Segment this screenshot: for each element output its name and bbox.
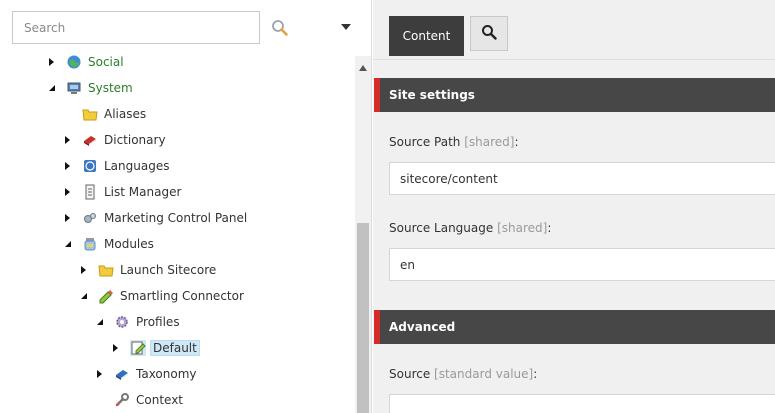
tree-node-taxonomy[interactable]: Taxonomy xyxy=(95,364,199,384)
gears-icon xyxy=(82,210,98,226)
source-path-label: Source Path [shared]: xyxy=(389,135,519,149)
tree-node-list-manager[interactable]: List Manager xyxy=(63,182,183,202)
book-icon xyxy=(82,132,98,148)
collapse-arrow-icon[interactable] xyxy=(95,317,105,327)
section-advanced[interactable]: Advanced xyxy=(374,310,775,344)
tree-node-label: Smartling Connector xyxy=(120,289,244,303)
expand-arrow-icon[interactable] xyxy=(63,161,73,171)
wrench-icon xyxy=(114,392,130,408)
tree-node-label: Social xyxy=(88,55,124,69)
tree-node-system[interactable]: System xyxy=(47,78,135,98)
pencil-icon xyxy=(98,288,114,304)
tree-node-label: Context xyxy=(136,393,184,407)
list-icon xyxy=(82,184,98,200)
tree-node-label: System xyxy=(88,81,133,95)
tree-node-modules[interactable]: Modules xyxy=(63,234,156,254)
tree-node-languages[interactable]: Languages xyxy=(63,156,171,176)
module-jar-icon xyxy=(82,236,98,252)
tree-node-aliases[interactable]: Aliases xyxy=(63,104,148,124)
tree-node-label: Launch Sitecore xyxy=(120,263,217,277)
source-path-input[interactable] xyxy=(389,162,775,195)
language-icon xyxy=(82,158,98,174)
search-input[interactable] xyxy=(13,12,259,43)
tree-node-label: Taxonomy xyxy=(136,367,197,381)
tree-node-default[interactable]: Default xyxy=(111,338,200,358)
tree-node-label: Dictionary xyxy=(104,133,166,147)
search-icon[interactable] xyxy=(269,17,291,39)
folder-icon xyxy=(82,106,98,122)
tree-node-smartling-connector[interactable]: Smartling Connector xyxy=(79,286,246,306)
editor-tabs: Content xyxy=(373,0,775,60)
computer-icon xyxy=(66,80,82,96)
collapse-arrow-icon[interactable] xyxy=(63,239,73,249)
tree-node-profiles[interactable]: Profiles xyxy=(95,312,182,332)
collapse-arrow-icon[interactable] xyxy=(47,83,57,93)
tree-node-social[interactable]: Social xyxy=(47,52,126,72)
tree-search-bar xyxy=(0,0,372,56)
tab-search[interactable] xyxy=(470,16,508,51)
tree-node-label: Languages xyxy=(104,159,170,173)
scrollbar-thumb[interactable] xyxy=(357,223,369,413)
source-language-input[interactable] xyxy=(389,248,775,281)
tree-node-marketing-control-panel[interactable]: Marketing Control Panel xyxy=(63,208,249,228)
search-icon xyxy=(481,24,497,43)
source-input[interactable] xyxy=(389,394,775,413)
scroll-up-arrow-icon[interactable] xyxy=(359,60,367,71)
source-language-label: Source Language [shared]: xyxy=(389,221,552,235)
globe-icon xyxy=(66,54,82,70)
source-label: Source [standard value]: xyxy=(389,367,538,381)
tree-node-label: Modules xyxy=(104,237,154,251)
gear-icon xyxy=(114,314,130,330)
content-editor-panel: Content Site settings Source Path [share… xyxy=(373,0,775,413)
content-tree: Social System Aliases Dictionary Languag… xyxy=(0,50,355,413)
tree-node-launch-sitecore[interactable]: Launch Sitecore xyxy=(79,260,218,280)
tree-node-context[interactable]: Context xyxy=(95,390,185,410)
tree-node-label: Aliases xyxy=(104,107,147,121)
tree-node-label: List Manager xyxy=(104,185,182,199)
expand-arrow-icon[interactable] xyxy=(47,57,57,67)
expand-arrow-icon[interactable] xyxy=(95,369,105,379)
expand-arrow-icon[interactable] xyxy=(63,135,73,145)
collapse-arrow-icon[interactable] xyxy=(79,291,89,301)
folder-icon xyxy=(98,262,114,278)
expand-arrow-icon[interactable] xyxy=(63,187,73,197)
search-box xyxy=(12,11,260,44)
section-site-settings[interactable]: Site settings xyxy=(374,78,775,112)
tree-node-label: Default xyxy=(150,340,200,356)
expand-arrow-icon[interactable] xyxy=(63,213,73,223)
chevron-down-icon[interactable] xyxy=(338,21,354,33)
tree-node-dictionary[interactable]: Dictionary xyxy=(63,130,168,150)
edit-document-icon xyxy=(130,340,146,356)
tree-node-label: Profiles xyxy=(136,315,180,329)
tree-node-label: Marketing Control Panel xyxy=(104,211,248,225)
book-blue-icon xyxy=(114,366,130,382)
tab-content[interactable]: Content xyxy=(389,16,464,56)
expand-arrow-icon[interactable] xyxy=(111,343,121,353)
expand-arrow-icon[interactable] xyxy=(79,265,89,275)
content-tree-panel: Social System Aliases Dictionary Languag… xyxy=(0,0,372,413)
